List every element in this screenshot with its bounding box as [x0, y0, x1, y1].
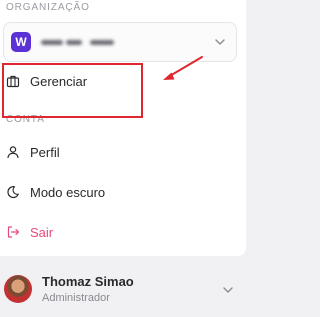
dark-mode-label: Modo escuro: [30, 184, 106, 200]
moon-icon: [7, 186, 19, 199]
logout-icon: [7, 226, 20, 238]
user-name: Thomaz Simao: [42, 274, 134, 289]
dark-mode-menu-item[interactable]: Modo escuro: [0, 178, 246, 206]
user-icon: [7, 146, 19, 159]
avatar: [4, 275, 32, 303]
chevron-down-icon: [223, 287, 233, 293]
annotation-arrow-icon: [163, 56, 203, 80]
logout-label: Sair: [30, 224, 54, 240]
profile-menu-item[interactable]: Perfil: [0, 138, 246, 166]
user-role: Administrador: [42, 292, 110, 304]
user-account-switcher[interactable]: Thomaz Simao Administrador: [0, 266, 248, 312]
profile-label: Perfil: [30, 144, 60, 160]
logout-menu-item[interactable]: Sair: [0, 218, 246, 246]
